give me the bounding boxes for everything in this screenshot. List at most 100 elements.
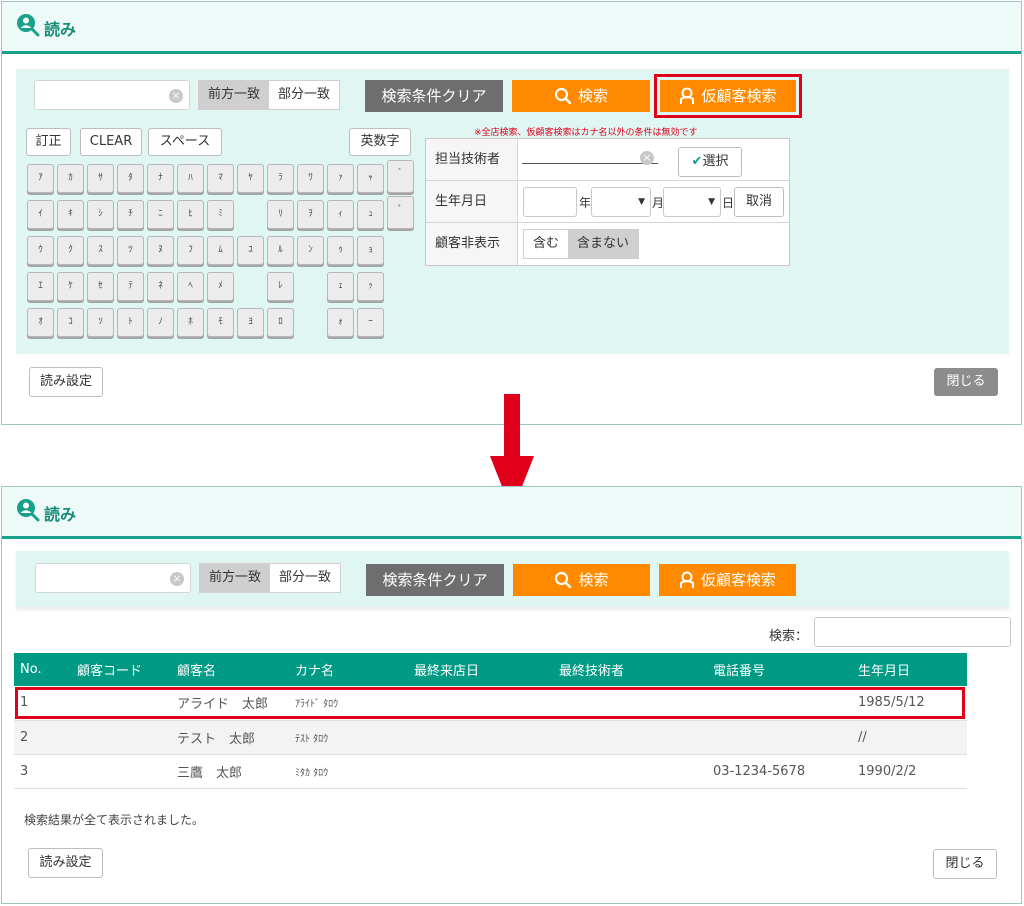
kana-key[interactable]: ﾐ [207, 200, 234, 229]
clear-button[interactable]: CLEAR [80, 128, 142, 156]
kana-key[interactable]: ﾂ [117, 236, 144, 265]
include-option[interactable]: 含む [524, 230, 568, 258]
match-mode-toggle[interactable]: 前方一致 部分一致 [199, 563, 342, 593]
prefix-match-option[interactable]: 前方一致 [200, 564, 271, 592]
birth-month-select[interactable]: ▼ [591, 187, 651, 217]
exclude-option[interactable]: 含まない [568, 230, 639, 258]
space-button[interactable]: スペース [148, 128, 222, 156]
kana-key[interactable]: ﾋ [177, 200, 204, 229]
clear-conditions-button[interactable]: 検索条件クリア [365, 80, 503, 112]
kana-key[interactable]: ﾕ [237, 236, 264, 265]
kana-key[interactable]: ｷ [57, 200, 84, 229]
kana-key[interactable]: ﾁ [117, 200, 144, 229]
temp-customer-search-button[interactable]: 仮顧客検索 [659, 564, 796, 596]
kana-key[interactable]: ﾅ [147, 164, 174, 193]
chevron-down-icon: ▼ [708, 197, 715, 207]
close-button[interactable]: 閉じる [933, 849, 997, 879]
search-button[interactable]: 検索 [512, 80, 650, 112]
kana-key[interactable]: ｬ [357, 164, 384, 193]
kana-key[interactable]: ﾏ [207, 164, 234, 193]
search-person-icon [17, 14, 40, 37]
kana-key[interactable]: ｺ [57, 308, 84, 337]
kana-key[interactable]: ﾎ [177, 308, 204, 337]
cancel-date-button[interactable]: 取消 [734, 187, 784, 217]
kana-key[interactable]: ｶ [57, 164, 84, 193]
match-mode-toggle[interactable]: 前方一致 部分一致 [198, 80, 341, 110]
kana-key[interactable]: ｹ [57, 272, 84, 301]
kana-key[interactable]: ｵ [27, 308, 54, 337]
check-icon: ✔ [691, 154, 703, 169]
kana-key[interactable]: ｽ [87, 236, 114, 265]
clear-conditions-button[interactable]: 検索条件クリア [366, 564, 504, 596]
kana-key[interactable]: ｨ [327, 200, 354, 229]
kana-key[interactable]: ｯ [357, 272, 384, 301]
kana-key[interactable]: ﾚ [267, 272, 294, 301]
table-row[interactable]: 2 テスト 太郎 ﾃｽﾄ ﾀﾛｳ // [14, 720, 967, 755]
close-button[interactable]: 閉じる [934, 368, 998, 396]
kana-search-input[interactable]: × [34, 80, 190, 110]
correct-button[interactable]: 訂正 [26, 128, 71, 156]
kana-key[interactable]: ｰ [357, 308, 384, 337]
partial-match-option[interactable]: 部分一致 [270, 564, 340, 592]
clear-input-icon[interactable]: × [169, 89, 183, 103]
kana-key[interactable]: ｮ [357, 236, 384, 265]
birth-day-select[interactable]: ▼ [663, 187, 721, 217]
technician-field[interactable] [522, 163, 658, 164]
kana-key[interactable]: ｾ [87, 272, 114, 301]
hidden-toggle[interactable]: 含む 含まない [523, 229, 640, 259]
kana-key[interactable]: ﾀ [117, 164, 144, 193]
kana-key[interactable]: ﾈ [147, 272, 174, 301]
kana-key[interactable]: ﾘ [267, 200, 294, 229]
col-no: No. [14, 653, 71, 686]
kana-key[interactable]: ﾃ [117, 272, 144, 301]
kana-key[interactable]: ﾄ [117, 308, 144, 337]
kana-key[interactable]: ｪ [327, 272, 354, 301]
kana-key[interactable]: ﾟ [387, 196, 414, 229]
kana-key[interactable]: ﾍ [177, 272, 204, 301]
kana-key[interactable]: ｫ [327, 308, 354, 337]
kana-key[interactable]: ﾑ [207, 236, 234, 265]
kana-key[interactable]: ｸ [57, 236, 84, 265]
kana-key[interactable]: ｲ [27, 200, 54, 229]
kana-key[interactable]: ﾜ [297, 164, 324, 193]
kana-key[interactable]: ｻ [87, 164, 114, 193]
kana-key[interactable]: ﾔ [237, 164, 264, 193]
reading-settings-button[interactable]: 読み設定 [29, 367, 103, 397]
kana-key[interactable]: ｳ [27, 236, 54, 265]
search-button[interactable]: 検索 [513, 564, 650, 596]
kana-key[interactable]: ﾇ [147, 236, 174, 265]
kana-key[interactable]: ﾗ [267, 164, 294, 193]
kana-key[interactable]: ﾒ [207, 272, 234, 301]
partial-match-option[interactable]: 部分一致 [269, 81, 339, 109]
kana-key[interactable]: ﾌ [177, 236, 204, 265]
kana-key[interactable]: ｩ [327, 236, 354, 265]
kana-key[interactable]: ｱ [27, 164, 54, 193]
cell-kana: ﾐﾀｶ ﾀﾛｳ [289, 754, 408, 789]
kana-key[interactable]: ﾆ [147, 200, 174, 229]
clear-input-icon[interactable]: × [170, 572, 184, 586]
kana-key[interactable]: ﾙ [267, 236, 294, 265]
kana-key[interactable]: ｼ [87, 200, 114, 229]
kana-key[interactable]: ﾓ [207, 308, 234, 337]
kana-key[interactable]: ｿ [87, 308, 114, 337]
kana-key[interactable]: ﾖ [237, 308, 264, 337]
kana-key[interactable]: ﾞ [387, 160, 414, 193]
result-search-input[interactable] [814, 617, 1011, 647]
reading-settings-button[interactable]: 読み設定 [28, 848, 103, 878]
alnum-button[interactable]: 英数字 [349, 128, 411, 156]
cell-birth: // [852, 720, 967, 755]
kana-key[interactable]: ﾛ [267, 308, 294, 337]
select-technician-button[interactable]: ✔選択 [678, 147, 742, 177]
kana-key[interactable]: ｴ [27, 272, 54, 301]
kana-key[interactable]: ｦ [297, 200, 324, 229]
clear-technician-icon[interactable]: × [640, 151, 654, 165]
table-row[interactable]: 3 三鷹 太郎 ﾐﾀｶ ﾀﾛｳ 03-1234-5678 1990/2/2 [14, 754, 967, 789]
kana-key[interactable]: ﾉ [147, 308, 174, 337]
kana-search-input[interactable]: × [35, 563, 191, 593]
birth-year-input[interactable] [523, 187, 577, 217]
kana-key[interactable]: ｭ [357, 200, 384, 229]
kana-key[interactable]: ﾊ [177, 164, 204, 193]
prefix-match-option[interactable]: 前方一致 [199, 81, 270, 109]
kana-key[interactable]: ｧ [327, 164, 354, 193]
kana-key[interactable]: ﾝ [297, 236, 324, 265]
